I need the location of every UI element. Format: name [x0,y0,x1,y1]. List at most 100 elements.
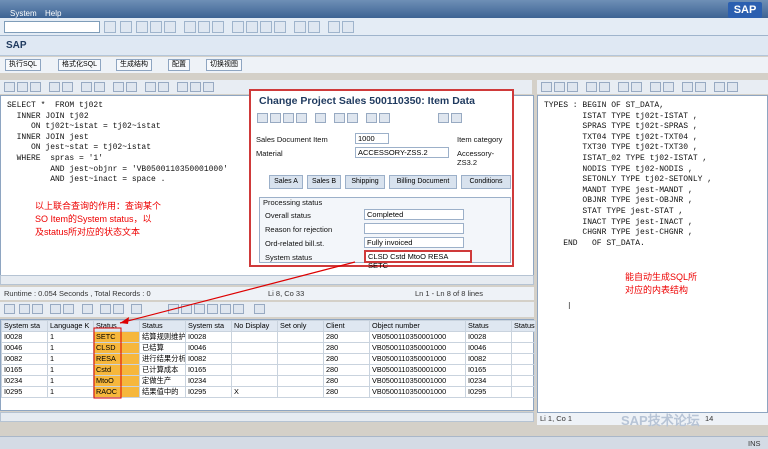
redo-icon[interactable] [62,82,73,92]
table-row[interactable]: I0295 1 RAOC 结果值中的 I0295 X 280 VB05001103500010… [1,385,536,398]
undo-icon[interactable] [586,82,597,92]
replace-icon[interactable] [94,82,105,92]
copy-icon[interactable] [334,113,345,123]
tab-shipping[interactable]: Shipping [345,175,385,189]
prev-page-icon[interactable] [246,21,258,33]
sum-icon[interactable] [100,304,111,314]
comment-icon[interactable] [682,82,693,92]
find-next-icon[interactable] [63,304,74,314]
cut-icon[interactable] [4,82,15,92]
rejection-reason-field[interactable] [364,223,464,234]
command-field[interactable] [4,21,100,33]
subtotal-icon[interactable] [113,304,124,314]
table-row[interactable]: I0234 1 MtoO 定做生产 I0234 280 VB0500110350001000… [1,374,536,387]
col-header[interactable]: System sta [1,320,48,332]
material-field[interactable]: ACCESSORY-ZSS.2 [355,147,449,158]
paste-icon[interactable] [30,82,41,92]
table-row[interactable]: I0082 1 RESA 进行结果分析 I0082 280 VB05001103500010… [1,352,536,365]
config-button[interactable]: 配置 [168,59,190,71]
sort-desc-icon[interactable] [32,304,43,314]
enter-icon[interactable] [104,21,116,33]
col-header[interactable]: No Display [231,320,278,332]
delete-icon[interactable] [315,113,326,123]
sort-asc-icon[interactable] [19,304,30,314]
tab-conditions[interactable]: Conditions [461,175,511,189]
table-row[interactable]: I0028 1 SETC 结算规则维护 I0028 280 VB05001103500010… [1,330,536,343]
copy-icon[interactable] [17,82,28,92]
upload-icon[interactable] [727,82,738,92]
word-icon[interactable] [194,304,205,314]
insert-icon[interactable] [650,82,661,92]
col-header[interactable]: Object number [369,320,466,332]
sales-doc-field[interactable]: 1000 [355,133,389,144]
undo-icon[interactable] [49,82,60,92]
find-icon[interactable] [81,82,92,92]
help-icon[interactable] [328,21,340,33]
table-row[interactable]: I0165 1 Cstd 已计算成本 I0165 280 VB050011035000100… [1,363,536,376]
redo-icon[interactable] [599,82,610,92]
format-sql-button[interactable]: 格式化SQL [58,59,102,71]
tab-billing-document[interactable]: Billing Document [389,175,457,189]
col-header[interactable]: System sta [185,320,232,332]
insert-icon[interactable] [113,82,124,92]
overall-status-field[interactable]: Completed [364,209,464,220]
menu-system[interactable]: System [10,9,37,18]
cancel-icon[interactable] [164,21,176,33]
tab-sales-b[interactable]: Sales B [307,175,341,189]
details-icon[interactable] [4,304,15,314]
delete-icon[interactable] [126,82,137,92]
display-icon[interactable] [347,113,358,123]
pretty-print-icon[interactable] [177,82,188,92]
refresh-icon[interactable] [366,113,377,123]
switch-view-button[interactable]: 切换视图 [206,59,242,71]
header-icon[interactable] [379,113,390,123]
save-icon[interactable] [120,21,132,33]
uncomment-icon[interactable] [158,82,169,92]
col-header[interactable]: Status [511,320,536,332]
layout-icon[interactable] [207,304,218,314]
next-item-icon[interactable] [283,113,294,123]
structure-editor[interactable]: TYPES : BEGIN OF ST_DATA, ISTAT TYPE tj0… [537,95,768,413]
replace-icon[interactable] [631,82,642,92]
col-header[interactable]: Set only [277,320,324,332]
new-session-icon[interactable] [294,21,306,33]
find-icon[interactable] [618,82,629,92]
find-icon[interactable] [198,21,210,33]
back-icon[interactable] [136,21,148,33]
save-layout-icon[interactable] [233,304,244,314]
info-icon[interactable] [254,304,265,314]
grid-hscrollbar[interactable] [0,412,534,422]
last-page-icon[interactable] [274,21,286,33]
find-next-icon[interactable] [212,21,224,33]
system-status-field[interactable]: CLSD Cstd MtoO RESA SETC [364,250,472,270]
copy-icon[interactable] [554,82,565,92]
table-row[interactable]: I0046 1 CLSD 已结算 I0046 280 VB0500110350001000 I… [1,341,536,354]
last-item-icon[interactable] [296,113,307,123]
filter-icon[interactable] [82,304,93,314]
shortcut-icon[interactable] [308,21,320,33]
first-item-icon[interactable] [257,113,268,123]
editor-hscrollbar[interactable] [0,275,534,285]
menu-help[interactable]: Help [45,9,61,18]
cut-icon[interactable] [541,82,552,92]
print-icon[interactable] [131,304,142,314]
next-page-icon[interactable] [260,21,272,33]
excel-icon[interactable] [181,304,192,314]
document-icon[interactable] [438,113,449,123]
col-header[interactable]: Client [323,320,370,332]
layout-icon[interactable] [342,21,354,33]
find-icon[interactable] [50,304,61,314]
col-header[interactable]: Status [93,320,140,332]
col-header[interactable]: Status [139,320,186,332]
prev-item-icon[interactable] [270,113,281,123]
item-icon[interactable] [451,113,462,123]
delete-icon[interactable] [663,82,674,92]
export-icon[interactable] [168,304,179,314]
col-header[interactable]: Status [465,320,512,332]
col-header[interactable]: Language K [47,320,94,332]
comment-icon[interactable] [145,82,156,92]
tab-sales-a[interactable]: Sales A [269,175,303,189]
choose-layout-icon[interactable] [220,304,231,314]
paste-icon[interactable] [567,82,578,92]
execute-sql-button[interactable]: 执行SQL [5,59,42,71]
